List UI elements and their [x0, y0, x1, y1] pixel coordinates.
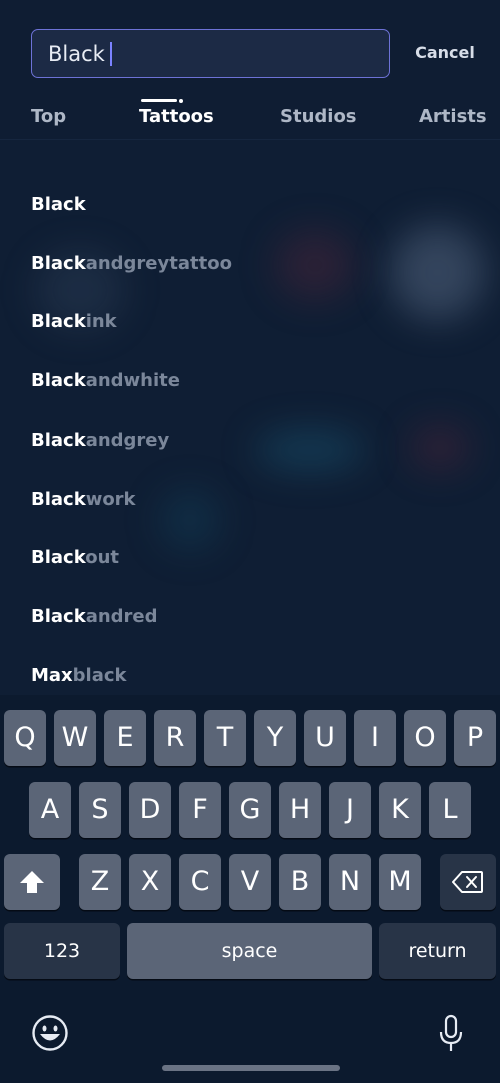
space-key[interactable]: space [127, 923, 372, 979]
suggestion-item[interactable]: Black [31, 190, 86, 220]
key-f[interactable]: F [179, 782, 221, 838]
tab-tattoos[interactable]: Tattoos [139, 104, 214, 130]
return-key[interactable]: return [379, 923, 496, 979]
key-w[interactable]: W [54, 710, 96, 766]
dictation-button[interactable] [438, 1014, 464, 1054]
home-indicator[interactable] [162, 1065, 340, 1071]
key-j[interactable]: J [329, 782, 371, 838]
delete-key[interactable] [440, 854, 496, 910]
key-h[interactable]: H [279, 782, 321, 838]
key-c[interactable]: C [179, 854, 221, 910]
suggestion-match-text: Black [31, 194, 86, 215]
key-m[interactable]: M [379, 854, 421, 910]
suggestion-rest-text: black [72, 665, 127, 686]
key-k[interactable]: K [379, 782, 421, 838]
key-o[interactable]: O [404, 710, 446, 766]
suggestion-match-text: Black [31, 311, 86, 332]
cancel-button[interactable]: Cancel [405, 40, 485, 65]
key-q[interactable]: Q [4, 710, 46, 766]
suggestion-match-text: Black [31, 370, 86, 391]
key-i[interactable]: I [354, 710, 396, 766]
suggestion-item[interactable]: Blackandgrey [31, 426, 169, 456]
search-header: Black Cancel Top Tattoos Studios Artists [0, 0, 500, 140]
suggestion-rest-text: andgrey [85, 430, 170, 451]
key-u[interactable]: U [304, 710, 346, 766]
tab-studios[interactable]: Studios [280, 104, 357, 130]
key-r[interactable]: R [154, 710, 196, 766]
key-l[interactable]: L [429, 782, 471, 838]
suggestion-match-text: Black [31, 606, 86, 627]
key-n[interactable]: N [329, 854, 371, 910]
search-input[interactable]: Black [31, 29, 390, 78]
tab-top[interactable]: Top [31, 104, 66, 130]
key-s[interactable]: S [79, 782, 121, 838]
suggestion-item[interactable]: Blackout [31, 543, 119, 573]
text-caret [109, 41, 112, 66]
shift-key[interactable] [4, 854, 60, 910]
search-input-value[interactable]: Black [48, 42, 105, 66]
suggestion-rest-text: andwhite [85, 370, 180, 391]
emoji-face-icon [32, 1015, 68, 1051]
key-y[interactable]: Y [254, 710, 296, 766]
tab-artists[interactable]: Artists [419, 104, 487, 130]
shift-arrow-icon [20, 871, 44, 893]
suggestion-rest-text: andred [85, 606, 158, 627]
suggestion-item[interactable]: Blackandgreytattoo [31, 249, 232, 279]
tab-selected-indicator [141, 99, 177, 102]
key-b[interactable]: B [279, 854, 321, 910]
onscreen-keyboard: Q W E R T Y U I O P A S D F G H J K L Z … [0, 695, 500, 1083]
suggestion-item[interactable]: Blackandwhite [31, 366, 180, 396]
suggestion-item[interactable]: Maxblack [31, 661, 127, 691]
key-d[interactable]: D [129, 782, 171, 838]
key-e[interactable]: E [104, 710, 146, 766]
suggestion-item[interactable]: Blackandred [31, 602, 158, 632]
suggestion-match-text: Black [31, 253, 86, 274]
suggestion-match-text: Black [31, 547, 86, 568]
suggestion-match-text: Max [31, 665, 73, 686]
suggestion-rest-text: work [85, 489, 136, 510]
suggestion-match-text: Black [31, 489, 86, 510]
backspace-icon [452, 871, 483, 893]
emoji-button[interactable] [31, 1014, 69, 1052]
key-x[interactable]: X [129, 854, 171, 910]
key-a[interactable]: A [29, 782, 71, 838]
suggestion-item[interactable]: Blackwork [31, 485, 136, 515]
numbers-key[interactable]: 123 [4, 923, 120, 979]
key-t[interactable]: T [204, 710, 246, 766]
key-v[interactable]: V [229, 854, 271, 910]
suggestion-rest-text: out [85, 547, 119, 568]
suggestion-match-text: Black [31, 430, 86, 451]
tab-indicator-dot [179, 99, 183, 103]
key-z[interactable]: Z [79, 854, 121, 910]
suggestion-rest-text: ink [85, 311, 117, 332]
suggestion-item[interactable]: Blackink [31, 307, 117, 337]
suggestion-rest-text: andgreytattoo [85, 253, 232, 274]
key-p[interactable]: P [454, 710, 496, 766]
microphone-icon [439, 1014, 463, 1051]
key-g[interactable]: G [229, 782, 271, 838]
